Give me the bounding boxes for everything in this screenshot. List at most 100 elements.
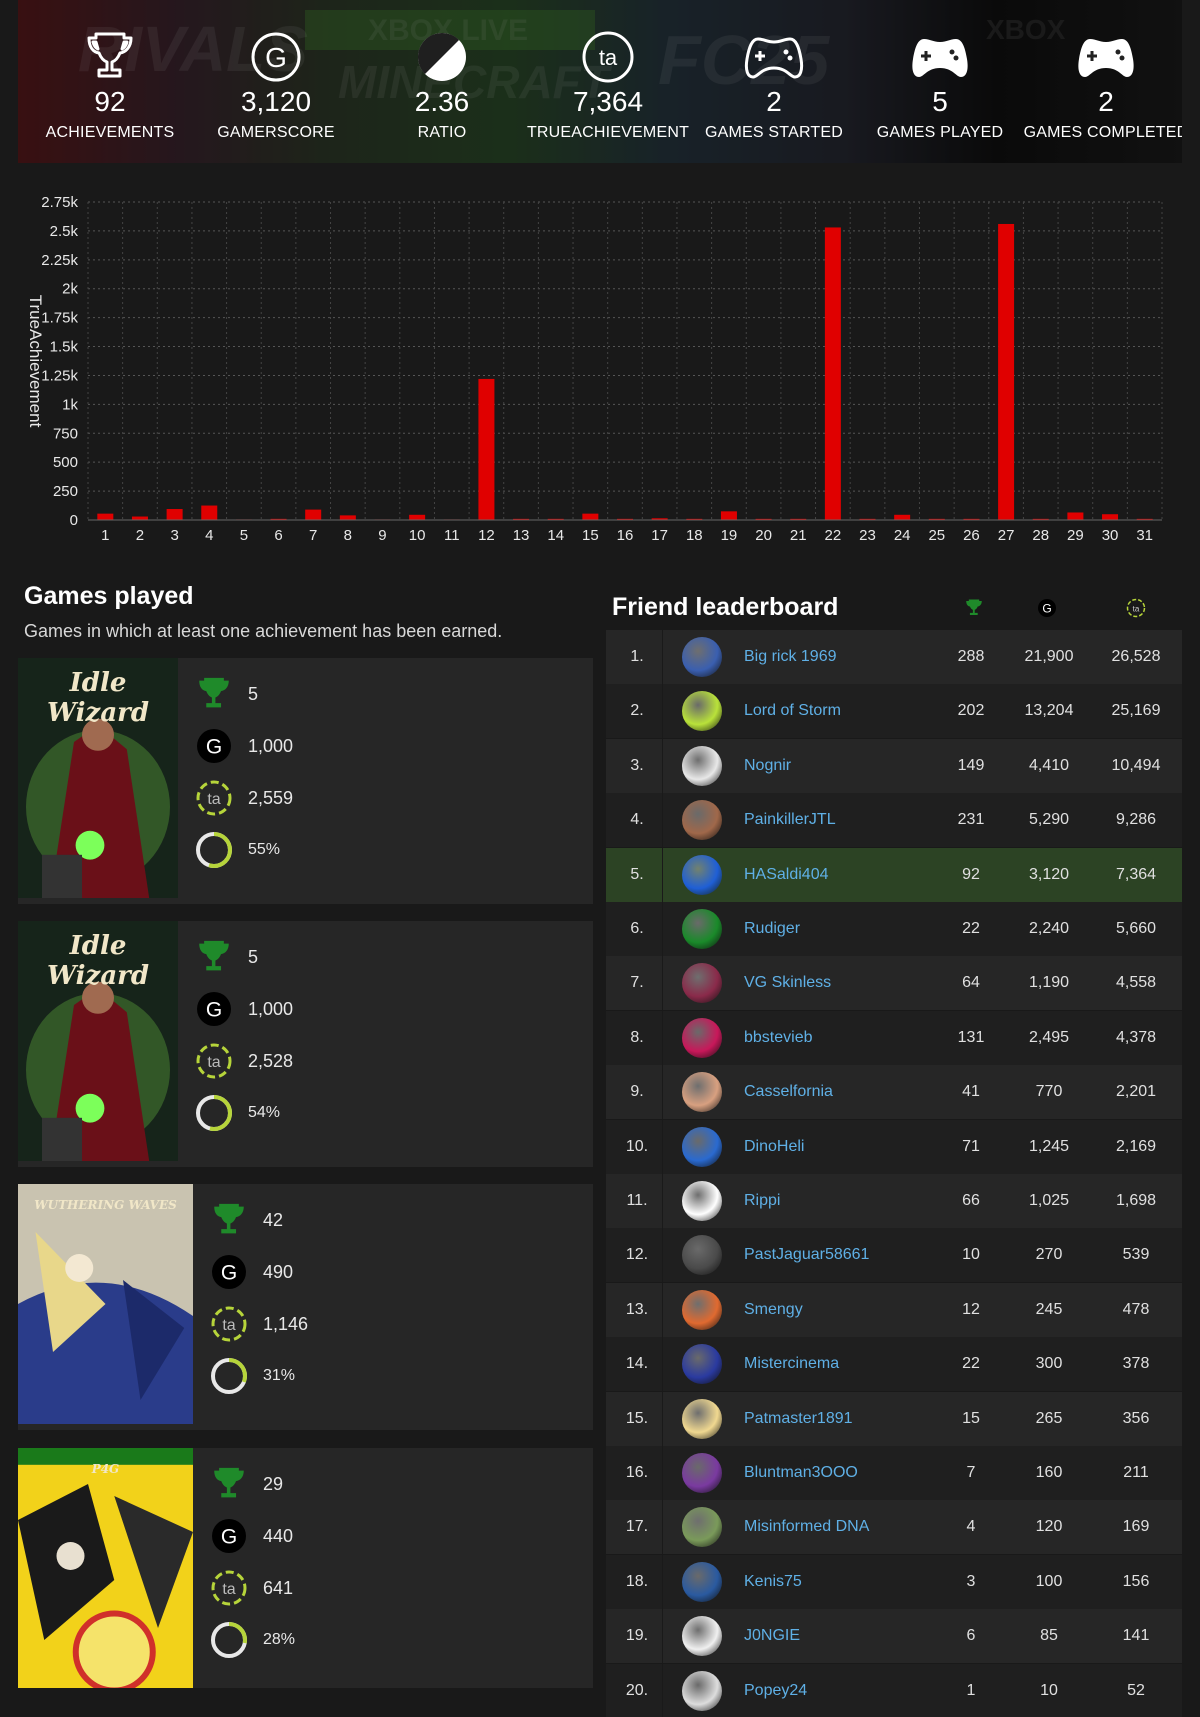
leaderboard-row[interactable]: 20. Popey24 1 10 52 (606, 1663, 1182, 1717)
friend-name-link[interactable]: Lord of Storm (744, 702, 841, 720)
leaderboard-row[interactable]: 19. J0NGIE 6 85 141 (606, 1609, 1182, 1664)
stat-ratio[interactable]: 2.36 RATIO (359, 30, 525, 142)
chart-bar[interactable] (720, 511, 737, 520)
stat-achievements[interactable]: 92 ACHIEVEMENTS (27, 30, 193, 142)
leaderboard-row[interactable]: 6. Rudiger 22 2,240 5,660 (606, 902, 1182, 956)
x-tick-label: 13 (513, 527, 530, 544)
chart-bar[interactable] (305, 509, 322, 520)
avatar[interactable] (682, 691, 722, 732)
leaderboard-row[interactable]: 9. Casselfornia 41 770 2,201 (606, 1065, 1182, 1120)
leaderboard-row[interactable]: 1. Big rick 1969 288 21,900 26,528 (606, 630, 1182, 684)
friend-name-link[interactable]: Nognir (744, 757, 791, 775)
friend-name-link[interactable]: Bluntman3OOO (744, 1464, 858, 1482)
friend-name-link[interactable]: Rippi (744, 1192, 780, 1210)
chart-bar[interactable] (894, 514, 911, 520)
leaderboard-row[interactable]: 4. PainkillerJTL 231 5,290 9,286 (606, 793, 1182, 848)
leaderboard-row[interactable]: 15. Patmaster1891 15 265 356 (606, 1391, 1182, 1446)
game-cover-art[interactable]: Idle Wizard (18, 658, 178, 904)
friend-name-link[interactable]: VG Skinless (744, 974, 831, 992)
avatar[interactable] (682, 1398, 722, 1439)
leaderboard-row[interactable]: 17. Misinformed DNA 4 120 169 (606, 1500, 1182, 1555)
y-tick-label: 750 (53, 425, 78, 442)
leaderboard-row[interactable]: 13. Smengy 12 245 478 (606, 1282, 1182, 1337)
trueachievement-icon[interactable]: ta (1124, 596, 1148, 620)
leaderboard-row[interactable]: 7. VG Skinless 64 1,190 4,558 (606, 956, 1182, 1011)
chart-bar[interactable] (409, 514, 426, 520)
avatar[interactable] (682, 637, 722, 677)
avatar[interactable] (682, 1507, 722, 1548)
leaderboard-row[interactable]: 12. PastJaguar58661 10 270 539 (606, 1228, 1182, 1283)
gamerscore-icon[interactable]: G (1035, 596, 1059, 620)
leaderboard-row[interactable]: 18. Kenis75 3 100 156 (606, 1554, 1182, 1609)
avatar[interactable] (682, 800, 722, 841)
chart-bar[interactable] (131, 516, 148, 520)
avatar[interactable] (682, 1181, 722, 1221)
avatar[interactable] (682, 963, 722, 1004)
game-card[interactable]: WUTHERING WAVES 42 G 490 ta 1,146 31% (18, 1184, 593, 1430)
avatar[interactable] (682, 1289, 722, 1330)
game-card[interactable]: Idle Wizard 5 G 1,000 ta 2,528 54% (18, 921, 593, 1167)
avatar[interactable] (682, 1072, 722, 1113)
game-cover-art[interactable]: Idle Wizard (18, 921, 178, 1167)
friend-name-link[interactable]: Misinformed DNA (744, 1518, 869, 1536)
avatar[interactable] (682, 1670, 722, 1711)
chart-bar[interactable] (201, 505, 218, 520)
avatar[interactable] (682, 909, 722, 949)
friend-name-link[interactable]: Rudiger (744, 920, 800, 938)
x-tick-label: 18 (686, 527, 703, 544)
leaderboard-row[interactable]: 5. HASaldi404 92 3,120 7,364 (606, 847, 1182, 902)
stat-games-played[interactable]: 5 GAMES PLAYED (857, 30, 1023, 142)
friend-name-link[interactable]: PainkillerJTL (744, 811, 836, 829)
avatar[interactable] (682, 1017, 722, 1058)
avatar[interactable] (682, 1453, 722, 1493)
avatar[interactable] (682, 1616, 722, 1657)
avatar[interactable] (682, 1126, 722, 1167)
leaderboard-row[interactable]: 11. Rippi 66 1,025 1,698 (606, 1174, 1182, 1228)
avatar[interactable] (682, 1235, 722, 1276)
friend-name-link[interactable]: Popey24 (744, 1682, 807, 1700)
game-card[interactable]: P4G 29 G 440 ta 641 28% (18, 1448, 593, 1688)
leaderboard-row[interactable]: 14. Mistercinema 22 300 378 (606, 1337, 1182, 1392)
trophy-icon[interactable] (962, 596, 986, 620)
x-tick-label: 15 (582, 527, 599, 544)
friend-trueachievement: 478 (1122, 1300, 1150, 1318)
game-cover-art[interactable]: P4G (18, 1448, 193, 1688)
friend-name-link[interactable]: Mistercinema (744, 1355, 839, 1373)
chart-bar[interactable] (582, 513, 599, 520)
friend-name-link[interactable]: Patmaster1891 (744, 1410, 853, 1428)
leaderboard-row[interactable]: 8. bbstevieb 131 2,495 4,378 (606, 1010, 1182, 1065)
friend-name-link[interactable]: Kenis75 (744, 1573, 802, 1591)
leaderboard-row[interactable]: 10. DinoHeli 71 1,245 2,169 (606, 1119, 1182, 1174)
chart-bar[interactable] (166, 509, 183, 520)
stat-trueachievement[interactable]: ta 7,364 TRUEACHIEVEMENT (525, 30, 691, 142)
chart-bar[interactable] (824, 227, 841, 520)
friend-name-link[interactable]: DinoHeli (744, 1138, 804, 1156)
stat-gamerscore[interactable]: G 3,120 GAMERSCORE (193, 30, 359, 142)
friend-name-link[interactable]: Big rick 1969 (744, 648, 837, 666)
leaderboard-row[interactable]: 2. Lord of Storm 202 13,204 25,169 (606, 684, 1182, 739)
avatar[interactable] (682, 1561, 722, 1602)
chart-bar[interactable] (998, 223, 1015, 520)
friend-name-link[interactable]: J0NGIE (744, 1627, 800, 1645)
stat-games-started[interactable]: 2 GAMES STARTED (691, 30, 857, 142)
stat-games-completed[interactable]: 2 GAMES COMPLETED (1023, 30, 1182, 142)
gamerscore-icon: G (194, 989, 234, 1029)
chart-bar[interactable] (1102, 514, 1119, 520)
avatar[interactable] (682, 745, 722, 786)
game-card[interactable]: Idle Wizard 5 G 1,000 ta 2,559 55% (18, 658, 593, 904)
chart-bar[interactable] (478, 378, 495, 520)
chart-bar[interactable] (339, 515, 356, 520)
game-cover-art[interactable]: WUTHERING WAVES (18, 1184, 193, 1430)
friend-name-link[interactable]: PastJaguar58661 (744, 1246, 869, 1264)
friend-name-link[interactable]: HASaldi404 (744, 866, 829, 884)
game-completion: 55% (194, 830, 280, 870)
chart-bar[interactable] (97, 513, 114, 520)
leaderboard-row[interactable]: 16. Bluntman3OOO 7 160 211 (606, 1446, 1182, 1500)
friend-name-link[interactable]: Smengy (744, 1301, 803, 1319)
friend-name-link[interactable]: bbstevieb (744, 1029, 813, 1047)
avatar[interactable] (682, 854, 722, 895)
friend-name-link[interactable]: Casselfornia (744, 1083, 833, 1101)
avatar[interactable] (682, 1344, 722, 1385)
chart-bar[interactable] (1067, 512, 1084, 520)
leaderboard-row[interactable]: 3. Nognir 149 4,410 10,494 (606, 738, 1182, 793)
